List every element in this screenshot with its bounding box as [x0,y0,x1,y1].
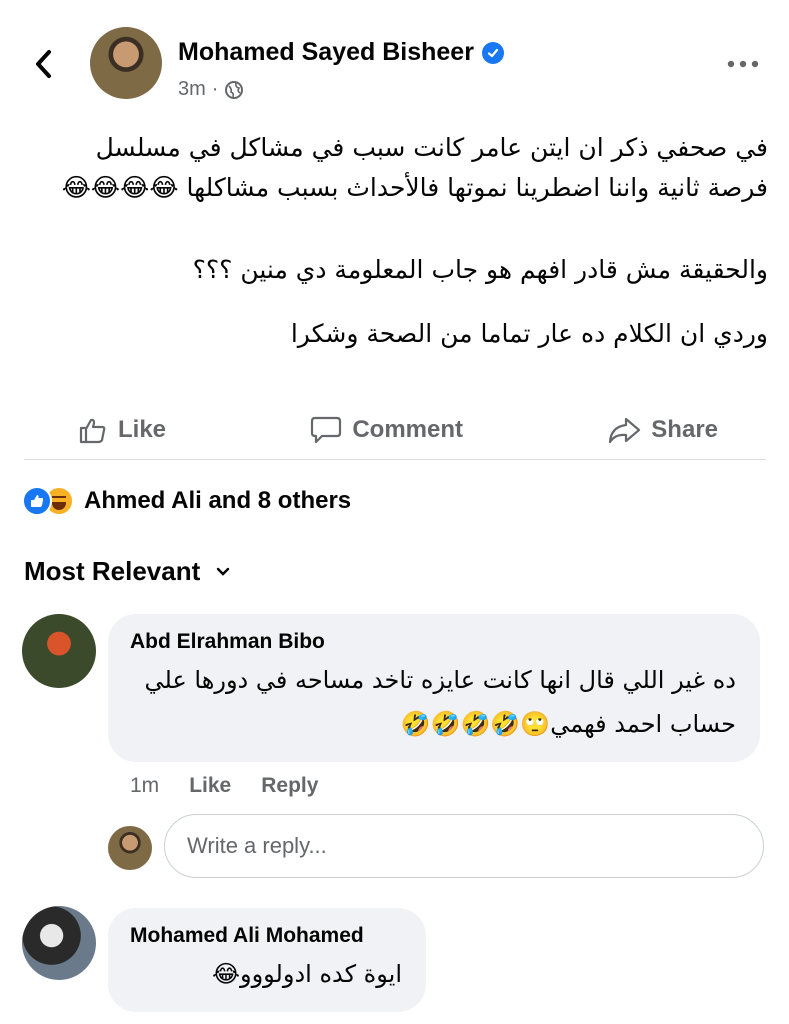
chevron-left-icon [36,50,51,78]
commenter-name[interactable]: Mohamed Ali Mohamed [130,924,402,948]
comment-actions: 1m Like Reply [130,774,318,798]
globe-icon [225,80,244,99]
reply-field[interactable] [164,814,764,878]
post-meta: 3m · [178,78,244,101]
thumbs-up-icon [79,418,106,443]
post-paragraph: والحقيقة مش قادر افهم هو جاب المعلومة دي… [192,255,768,284]
post-paragraph: في صحفي ذكر ان ايتن عامر كانت سبب في مشا… [61,133,768,202]
share-button[interactable]: Share [607,415,718,445]
current-user-avatar [108,826,152,870]
commenter-name[interactable]: Abd Elrahman Bibo [130,630,736,654]
reply-input[interactable] [187,833,741,859]
share-arrow-icon [609,417,641,443]
comment-time[interactable]: 1m [130,774,159,798]
comment-label: Comment [352,415,463,443]
author-avatar[interactable] [90,27,162,99]
comment-like-button[interactable]: Like [189,774,231,798]
reactions-summary[interactable]: Ahmed Ali and 8 others [22,486,351,516]
back-button[interactable] [26,44,60,84]
meta-separator: · [211,78,219,100]
post-time[interactable]: 3m [178,78,206,101]
comment-bubble-icon [311,416,342,443]
comment-button[interactable]: Comment [310,415,463,445]
comment-bubble: Mohamed Ali Mohamed ايوة كده ادولووو😂 [108,908,426,1012]
comment-sort-dropdown[interactable]: Most Relevant [24,556,230,587]
verified-badge-icon [481,41,504,64]
comment-reply-button[interactable]: Reply [261,774,318,798]
comment-text: ده غير اللي قال انها كانت عايزه تاخد مسا… [144,666,737,738]
more-options-button[interactable] [723,52,763,76]
author-line: Mohamed Sayed Bisheer [178,38,504,67]
chevron-down-icon [217,567,230,576]
post-text: في صحفي ذكر ان ايتن عامر كانت سبب في مشا… [28,128,768,396]
more-dots-icon [727,60,759,68]
commenter-avatar[interactable] [22,906,96,980]
post-action-bar: Like Comment Share [24,400,766,460]
like-reaction-icon [22,486,52,516]
author-name[interactable]: Mohamed Sayed Bisheer [178,38,474,67]
sort-label: Most Relevant [24,556,201,586]
commenter-avatar[interactable] [22,614,96,688]
share-label: Share [651,415,718,443]
like-label: Like [118,415,167,443]
like-button[interactable]: Like [78,415,166,445]
post-paragraph: وردي ان الكلام ده عار تماما من الصحة وشك… [290,319,768,348]
post-header: Mohamed Sayed Bisheer 3m · [0,0,789,115]
comment-bubble: Abd Elrahman Bibo ده غير اللي قال انها ك… [108,614,760,762]
comment-text: ايوة كده ادولووو😂 [211,960,402,988]
reactions-text: Ahmed Ali and 8 others [84,487,352,514]
